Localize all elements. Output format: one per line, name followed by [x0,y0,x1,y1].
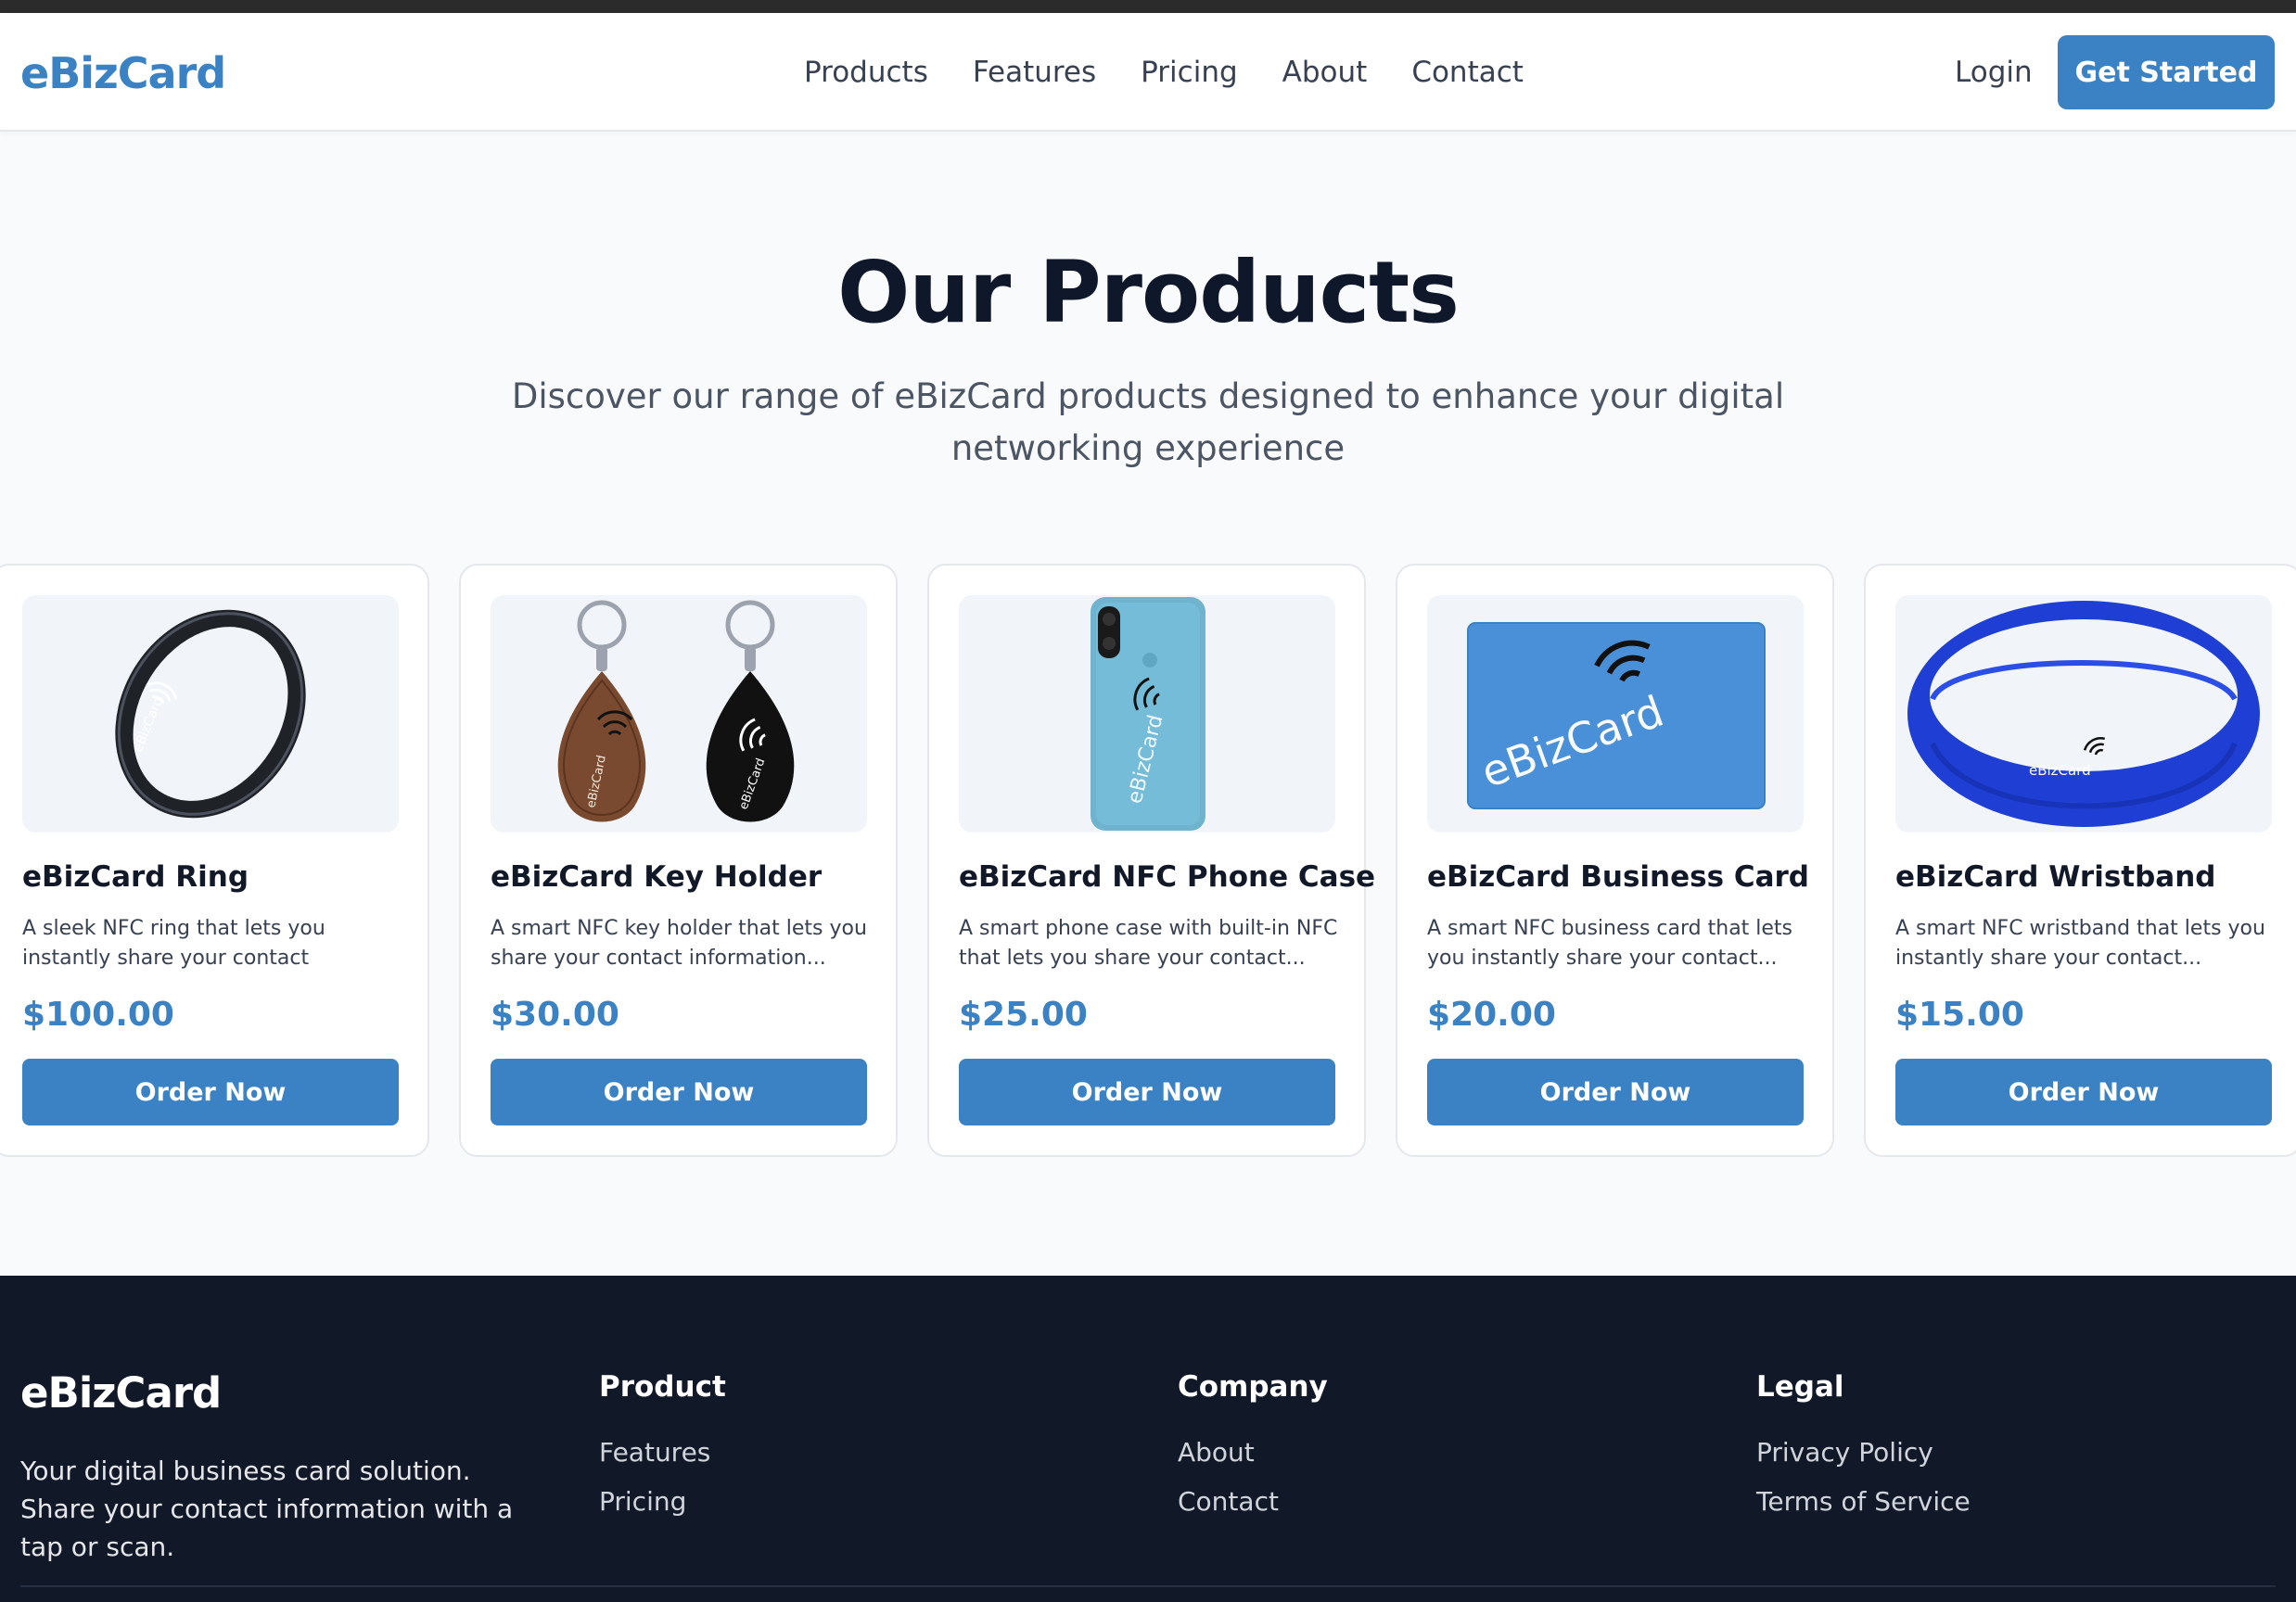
product-price: $30.00 [491,996,619,1034]
product-name: eBizCard Business Card [1427,860,1809,894]
product-name: eBizCard NFC Phone Case [959,860,1376,894]
footer-divider [20,1585,2276,1587]
footer-tagline: Your digital business card solution. Sha… [20,1456,514,1562]
wristband-image: eBizCard [1895,595,2272,833]
footer-link-terms-of-service[interactable]: Terms of Service [1756,1486,1971,1517]
product-description: A smart NFC business card that lets you … [1427,917,1793,970]
footer-link-features[interactable]: Features [599,1437,726,1468]
footer-link-pricing[interactable]: Pricing [599,1486,726,1517]
footer-link-about[interactable]: About [1178,1437,1328,1468]
site-header: eBizCard Products Features Pricing About… [0,13,2296,132]
nav-contact[interactable]: Contact [1411,56,1524,89]
order-now-button[interactable]: Order Now [1895,1059,2272,1125]
product-description: A smart phone case with built-in NFC tha… [959,917,1338,970]
main-nav: Products Features Pricing About Contact [804,56,1524,89]
footer-link-contact[interactable]: Contact [1178,1486,1328,1517]
product-name: eBizCard Key Holder [491,860,823,894]
nav-pricing[interactable]: Pricing [1141,56,1238,89]
page-title: Our Products [837,243,1460,342]
footer-column-company: Company About Contact [1178,1370,1328,1535]
product-card-ring: eBizCard eBizCard Ring A sleek NFC ring … [0,564,429,1157]
product-name: eBizCard Ring [22,860,249,894]
logo[interactable]: eBizCard [20,48,226,98]
page-subtitle: Discover our range of eBizCard products … [511,376,1785,468]
product-grid: eBizCard eBizCard Ring A sleek NFC ring … [0,564,2296,1157]
business-card-image: eBizCard [1427,595,1804,833]
footer-column-title: Product [599,1370,726,1404]
footer-logo[interactable]: eBizCard [20,1368,222,1418]
top-strip [0,0,2296,13]
product-name: eBizCard Wristband [1895,860,2216,894]
product-card-phone-case: eBizCard eBizCard NFC Phone Case A smart… [927,564,1376,1157]
login-link[interactable]: Login [1955,56,2033,89]
nav-products[interactable]: Products [804,56,928,89]
product-price: $20.00 [1427,996,1556,1034]
product-description: A sleek NFC ring that lets you instantly… [22,917,325,970]
get-started-button[interactable]: Get Started [2058,35,2275,109]
footer-link-privacy-policy[interactable]: Privacy Policy [1756,1437,1971,1468]
product-price: $100.00 [22,996,174,1034]
ring-image: eBizCard [22,595,399,833]
nav-features[interactable]: Features [973,56,1096,89]
product-card-wristband: eBizCard eBizCard Wristband A smart NFC … [1864,564,2296,1157]
order-now-button[interactable]: Order Now [491,1059,867,1125]
footer-column-title: Legal [1756,1370,1844,1404]
footer-column-product: Product Features Pricing [599,1370,726,1535]
order-now-button[interactable]: Order Now [959,1059,1335,1125]
wristband-brand-text: eBizCard [2029,762,2091,779]
product-price: $25.00 [959,996,1088,1034]
phone-case-image: eBizCard [959,595,1335,833]
key-holder-image: eBizCard eBizCard [491,595,867,833]
product-price: $15.00 [1895,996,2024,1034]
footer-column-legal: Legal Privacy Policy Terms of Service [1756,1370,1971,1535]
footer-column-title: Company [1178,1370,1328,1404]
product-description: A smart NFC wristband that lets you inst… [1895,917,2265,970]
product-card-business-card: eBizCard eBizCard Business Card A smart … [1396,564,1834,1157]
site-footer: eBizCard Your digital business card solu… [0,1276,2296,1602]
order-now-button[interactable]: Order Now [22,1059,399,1125]
product-description: A smart NFC key holder that lets you sha… [491,917,867,970]
product-card-key-holder: eBizCard eBizCard eBizCard Key Holder A … [459,564,898,1157]
order-now-button[interactable]: Order Now [1427,1059,1804,1125]
nav-about[interactable]: About [1282,56,1368,89]
